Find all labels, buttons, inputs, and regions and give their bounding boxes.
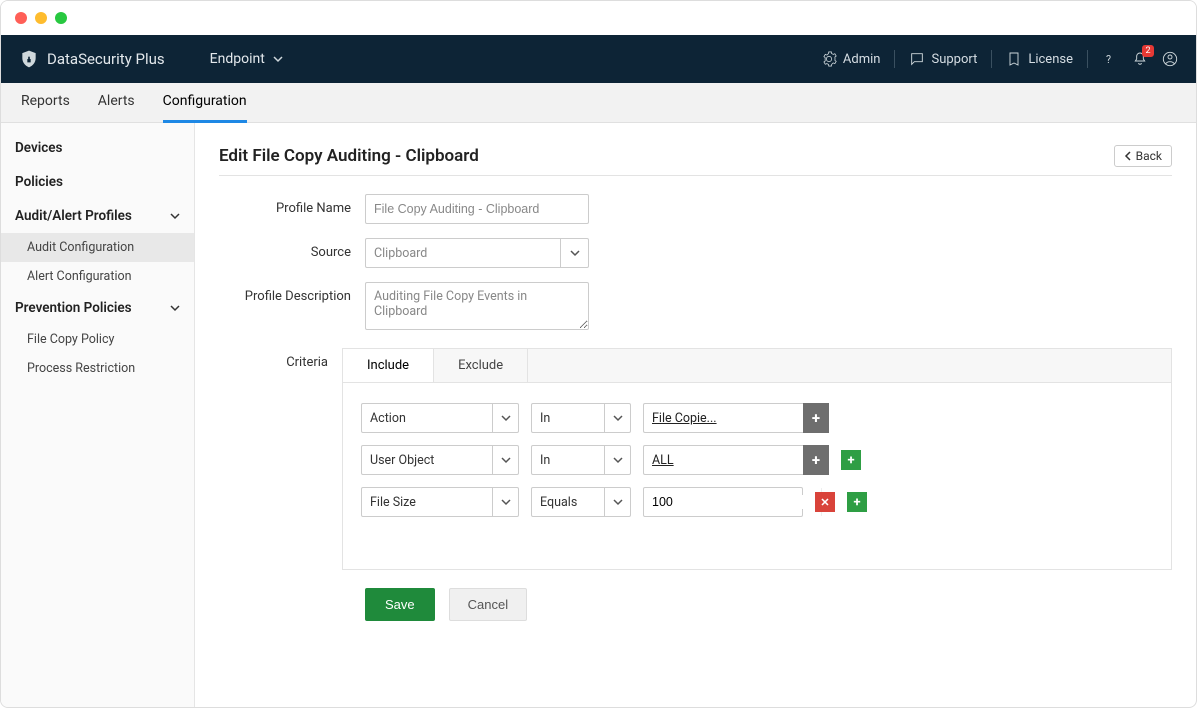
- description-label: Profile Description: [219, 282, 365, 304]
- criteria-row: File Size Equals ▲: [361, 487, 1153, 517]
- chevron-left-icon: [1124, 151, 1132, 161]
- criteria-value-link[interactable]: File Copie...: [643, 403, 803, 433]
- criteria-value-number[interactable]: ▲ ▼: [643, 487, 803, 517]
- criteria-tab-include[interactable]: Include: [343, 349, 434, 382]
- sidebar-sub-alert-configuration[interactable]: Alert Configuration: [1, 262, 194, 291]
- support-link[interactable]: Support: [909, 51, 977, 67]
- profile-name-label: Profile Name: [219, 194, 365, 216]
- close-window-button[interactable]: [15, 12, 27, 24]
- source-label: Source: [219, 238, 365, 260]
- sidebar-item-audit-alert-profiles[interactable]: Audit/Alert Profiles: [1, 199, 194, 233]
- module-name: Endpoint: [210, 51, 265, 67]
- criteria-operator-select[interactable]: Equals: [531, 487, 631, 517]
- criteria-row: User Object In ALL: [361, 445, 1153, 475]
- notification-badge: 2: [1142, 45, 1154, 57]
- sidebar-item-prevention-policies[interactable]: Prevention Policies: [1, 291, 194, 325]
- criteria-operator-select[interactable]: In: [531, 445, 631, 475]
- add-value-button[interactable]: +: [803, 445, 829, 475]
- criteria-tab-exclude[interactable]: Exclude: [434, 349, 528, 382]
- chevron-down-icon: [273, 54, 283, 64]
- cancel-button[interactable]: Cancel: [449, 588, 527, 621]
- chat-icon: [909, 51, 925, 67]
- user-icon: [1162, 51, 1178, 67]
- chevron-down-icon: [560, 239, 588, 267]
- notifications-button[interactable]: 2: [1132, 51, 1148, 67]
- help-icon: ?: [1102, 51, 1118, 67]
- source-select[interactable]: Clipboard: [365, 238, 589, 268]
- profile-description-textarea[interactable]: [365, 282, 589, 330]
- remove-row-button[interactable]: ✕: [815, 492, 835, 512]
- maximize-window-button[interactable]: [55, 12, 67, 24]
- criteria-field-select[interactable]: User Object: [361, 445, 519, 475]
- chevron-down-icon: [604, 488, 630, 516]
- criteria-field-select[interactable]: Action: [361, 403, 519, 433]
- criteria-operator-select[interactable]: In: [531, 403, 631, 433]
- svg-text:?: ?: [1106, 53, 1111, 66]
- help-link[interactable]: ?: [1102, 51, 1118, 67]
- criteria-value-link[interactable]: ALL: [643, 445, 803, 475]
- window-titlebar: [1, 1, 1196, 35]
- sidebar: Devices Policies Audit/Alert Profiles Au…: [1, 123, 195, 707]
- add-row-button[interactable]: +: [841, 450, 861, 470]
- sidebar-item-devices[interactable]: Devices: [1, 131, 194, 165]
- add-row-button[interactable]: +: [847, 492, 867, 512]
- chevron-down-icon: [492, 488, 518, 516]
- shield-lock-icon: [19, 49, 39, 69]
- brand: DataSecurity Plus: [19, 49, 165, 69]
- save-button[interactable]: Save: [365, 588, 435, 621]
- sidebar-sub-audit-configuration[interactable]: Audit Configuration: [1, 233, 194, 262]
- chevron-down-icon: [604, 404, 630, 432]
- tab-configuration[interactable]: Configuration: [163, 83, 247, 123]
- chevron-down-icon: [604, 446, 630, 474]
- criteria-panel: Include Exclude Action In: [342, 348, 1172, 570]
- add-value-button[interactable]: +: [803, 403, 829, 433]
- gear-icon: [821, 51, 837, 67]
- file-size-input[interactable]: [644, 495, 821, 509]
- minimize-window-button[interactable]: [35, 12, 47, 24]
- sidebar-sub-process-restriction[interactable]: Process Restriction: [1, 354, 194, 383]
- page-title: Edit File Copy Auditing - Clipboard: [219, 146, 479, 166]
- app-header: DataSecurity Plus Endpoint Admin Support…: [1, 35, 1196, 83]
- criteria-row: Action In File Copie...: [361, 403, 1153, 433]
- license-icon: [1006, 51, 1022, 67]
- back-button[interactable]: Back: [1114, 145, 1172, 167]
- chevron-down-icon: [492, 404, 518, 432]
- profile-name-input[interactable]: [365, 194, 589, 224]
- tab-reports[interactable]: Reports: [21, 83, 70, 123]
- criteria-field-select[interactable]: File Size: [361, 487, 519, 517]
- license-link[interactable]: License: [1006, 51, 1073, 67]
- tab-alerts[interactable]: Alerts: [98, 83, 135, 123]
- criteria-label: Criteria: [219, 348, 342, 370]
- main-tabbar: Reports Alerts Configuration: [1, 83, 1196, 123]
- user-menu[interactable]: [1162, 51, 1178, 67]
- sidebar-item-policies[interactable]: Policies: [1, 165, 194, 199]
- brand-text: DataSecurity Plus: [47, 50, 165, 68]
- main-content: Edit File Copy Auditing - Clipboard Back…: [195, 123, 1196, 707]
- chevron-down-icon: [170, 211, 180, 221]
- chevron-down-icon: [492, 446, 518, 474]
- sidebar-sub-file-copy-policy[interactable]: File Copy Policy: [1, 325, 194, 354]
- admin-link[interactable]: Admin: [821, 51, 881, 67]
- module-switcher[interactable]: Endpoint: [210, 51, 283, 67]
- chevron-down-icon: [170, 303, 180, 313]
